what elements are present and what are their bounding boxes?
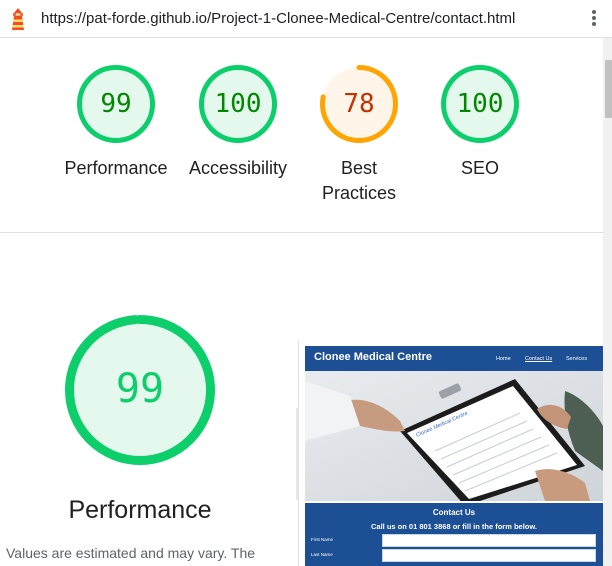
- performance-score-gauge: 99: [64, 314, 216, 466]
- score-value: 99: [100, 89, 132, 119]
- contact-title: Contact Us: [432, 508, 476, 517]
- contact-subtitle: Call us on 01 801 3868 or fill in the fo…: [370, 522, 538, 531]
- site-nav-contact: Contact Us: [525, 356, 553, 362]
- first-name-field: [382, 534, 596, 547]
- scrollbar-thumb[interactable]: [605, 60, 612, 118]
- gauge-performance[interactable]: 99: [76, 64, 156, 144]
- site-brand: Clonee Medical Centre: [314, 351, 432, 363]
- final-screenshot[interactable]: Clonee Medical Centre Home Contact Us Se…: [305, 346, 603, 566]
- gauge-best-practices[interactable]: 78: [319, 64, 399, 144]
- gauge-accessibility[interactable]: 100: [198, 64, 278, 144]
- url-bar: https://pat-forde.github.io/Project-1-Cl…: [0, 0, 612, 38]
- gauge-label-best-practices: Best Practices: [321, 158, 397, 203]
- last-name-label: Last Name: [311, 552, 333, 557]
- performance-score-value: 99: [115, 366, 165, 412]
- more-options-icon[interactable]: [586, 8, 602, 30]
- site-navbar: Clonee Medical Centre Home Contact Us Se…: [305, 346, 603, 371]
- gauge-label-accessibility: Accessibility: [188, 158, 288, 178]
- site-hero-photo: Clonee Medical Centre: [305, 371, 603, 501]
- section-divider: [0, 232, 604, 233]
- gauge-label-performance: Performance: [64, 158, 168, 178]
- site-nav-home: Home: [496, 356, 511, 362]
- performance-title: Performance: [68, 496, 212, 524]
- first-name-label: First Name: [311, 537, 334, 542]
- site-nav-services: Services: [566, 356, 588, 362]
- gauge-label-seo: SEO: [460, 158, 499, 178]
- last-name-field: [382, 549, 596, 562]
- estimate-note: Values are estimated and may vary. The: [6, 545, 256, 561]
- gauge-seo[interactable]: 100: [440, 64, 520, 144]
- score-value: 100: [214, 89, 262, 119]
- score-value: 78: [343, 89, 375, 119]
- contact-section: Contact Us Call us on 01 801 3868 or fil…: [305, 503, 603, 566]
- url-text[interactable]: https://pat-forde.github.io/Project-1-Cl…: [41, 10, 515, 27]
- score-value: 100: [456, 89, 504, 119]
- lighthouse-icon: [12, 8, 24, 30]
